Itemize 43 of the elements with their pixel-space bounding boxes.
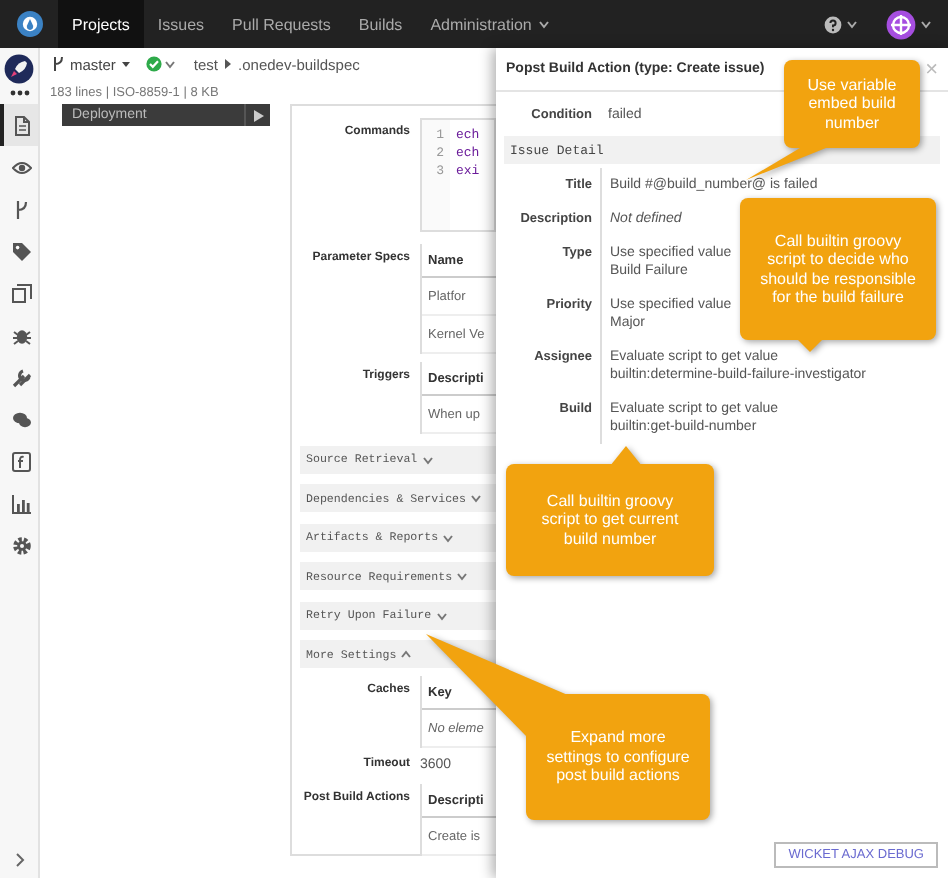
file-icon: [11, 115, 31, 135]
project-avatar-icon[interactable]: [4, 54, 34, 84]
caret-icon: [119, 58, 132, 70]
help-icon[interactable]: [824, 15, 842, 33]
caret-down-icon: [470, 492, 483, 504]
check-circle-icon: [145, 56, 162, 72]
code-icon: [11, 451, 31, 471]
callout-text: Call builtin groovy script to get current build number: [539, 491, 681, 549]
nav-tab[interactable]: Builds: [344, 0, 417, 48]
caret-icon: [163, 58, 176, 70]
sidebar-item[interactable]: [0, 104, 38, 146]
eye-icon: [11, 157, 31, 177]
gear-icon: [11, 535, 31, 555]
chart-icon: [11, 493, 31, 513]
play-icon: [253, 109, 263, 121]
bug-icon: [11, 325, 31, 345]
build-status-menu[interactable]: [145, 56, 176, 72]
branch-icon: [11, 199, 31, 219]
chevron-right-icon[interactable]: [13, 852, 25, 868]
nav-tab[interactable]: Pull Requests: [218, 0, 345, 48]
caret-down-icon: [435, 609, 448, 621]
caret-up-icon: [400, 648, 413, 660]
nav-tab[interactable]: Projects: [58, 0, 144, 48]
caret-icon: [846, 18, 858, 30]
nav-tab[interactable]: Administration: [416, 0, 564, 48]
nav-tab[interactable]: Issues: [143, 0, 219, 48]
caret-icon: [920, 18, 932, 30]
copy-icon: [11, 283, 31, 303]
caret-down-icon: [421, 453, 434, 465]
tag-icon: [11, 241, 31, 261]
avatar-icon[interactable]: [886, 9, 916, 39]
callout-text: Expand more settings to configure post build actions: [546, 728, 690, 786]
more-icon[interactable]: [9, 90, 29, 96]
logo-icon[interactable]: [15, 10, 43, 38]
callout-text: Call builtin groovy script to decide who should be responsible for the build failure: [760, 231, 916, 307]
chat-icon: [11, 409, 31, 429]
caret-down-icon: [456, 570, 469, 582]
caret-down-icon: [442, 531, 455, 543]
branch-icon: [52, 56, 64, 72]
callout-text: Use variable embed build number: [805, 75, 899, 133]
wrench-icon: [11, 367, 31, 387]
separator-icon: [224, 58, 233, 70]
caret-icon: [537, 18, 550, 30]
